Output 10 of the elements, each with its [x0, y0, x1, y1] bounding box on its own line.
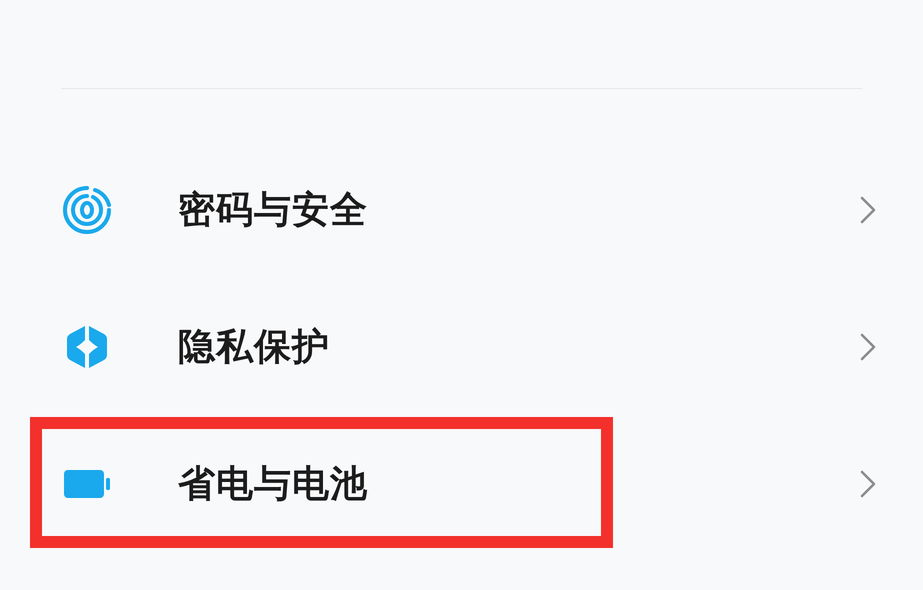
- settings-item[interactable]: 密码与安全: [0, 141, 923, 278]
- item-label: 隐私保护: [178, 324, 331, 370]
- chevron-icon: [859, 194, 877, 224]
- item-label: 省电与电池: [178, 460, 369, 507]
- item-label: 密码与安全: [178, 186, 369, 233]
- settings-item[interactable]: 省电与电池: [0, 415, 923, 552]
- chevron-icon: [859, 468, 877, 498]
- chevron-icon: [859, 332, 877, 362]
- settings-item[interactable]: 隐私保护: [0, 278, 923, 415]
- fingerprint-icon: [62, 184, 112, 234]
